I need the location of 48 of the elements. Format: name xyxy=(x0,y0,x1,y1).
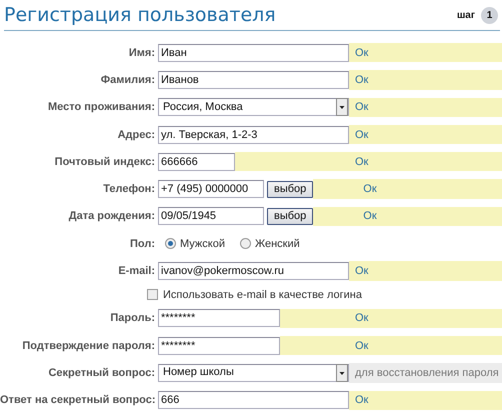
dropdown[interactable]: Россия, Москва xyxy=(158,98,349,116)
status-message: Ок xyxy=(280,308,502,328)
radio-button[interactable] xyxy=(240,238,251,250)
status-message: для восстановления пароля xyxy=(349,363,502,383)
status-message: Ок xyxy=(313,179,502,199)
field-label: Дата рождения: xyxy=(68,210,156,222)
field-label: Пароль: xyxy=(109,312,156,324)
field-label: Секретный вопрос: xyxy=(47,366,156,379)
field-label: Телефон: xyxy=(102,183,156,196)
field-label: Пол: xyxy=(128,238,156,250)
field-label: Адрес: xyxy=(116,128,156,141)
status-message: Ок xyxy=(349,43,502,62)
step-number-badge: 1 xyxy=(481,6,498,24)
input-field[interactable]: +7 (495) 0000000 xyxy=(158,180,264,198)
field-label: Почтовый индекс: xyxy=(54,156,156,168)
status-message: Ок xyxy=(235,152,502,172)
status-message: Ок xyxy=(349,70,502,90)
checkbox-label: Использовать e-mail в качестве логина xyxy=(163,288,362,301)
field-label: Фамилия: xyxy=(100,74,156,86)
dropdown[interactable]: Номер школы xyxy=(158,364,349,382)
status-message: Ок xyxy=(349,390,502,410)
input-field[interactable]: ******** xyxy=(158,336,280,355)
field-label: Подтверждение пароля: xyxy=(21,340,156,352)
page-title: Регистрация пользователя xyxy=(4,4,277,26)
input-field[interactable]: ул. Тверская, 1-2-3 xyxy=(158,126,349,144)
select-button[interactable]: выбор xyxy=(267,208,314,225)
input-field[interactable]: ******** xyxy=(158,309,280,328)
input-field[interactable]: Иван xyxy=(158,44,349,62)
input-field[interactable]: ivanov@pokermoscow.ru xyxy=(158,262,349,280)
field-label: Ответ на секретный вопрос: xyxy=(0,394,157,406)
input-field[interactable]: Иванов xyxy=(158,70,349,89)
field-label: Место проживания: xyxy=(47,101,156,114)
status-message: Ок xyxy=(349,261,502,281)
input-field[interactable]: 666 xyxy=(158,391,349,410)
select-button[interactable]: выбор xyxy=(267,180,314,198)
status-message: Ок xyxy=(349,124,502,144)
step-label: шаг xyxy=(456,10,475,20)
radio-label: Женский xyxy=(254,238,300,250)
input-field[interactable]: 666666 xyxy=(158,152,235,171)
radio-label: Мужской xyxy=(180,238,225,250)
field-label: Имя: xyxy=(128,46,156,59)
status-message: Ок xyxy=(313,206,502,226)
status-message: Ок xyxy=(280,336,502,356)
input-field[interactable]: 09/05/1945 xyxy=(158,207,264,226)
field-label: E-mail: xyxy=(117,265,156,278)
checkbox[interactable] xyxy=(147,289,158,300)
status-message: Ок xyxy=(349,98,502,117)
radio-button[interactable] xyxy=(165,238,176,250)
